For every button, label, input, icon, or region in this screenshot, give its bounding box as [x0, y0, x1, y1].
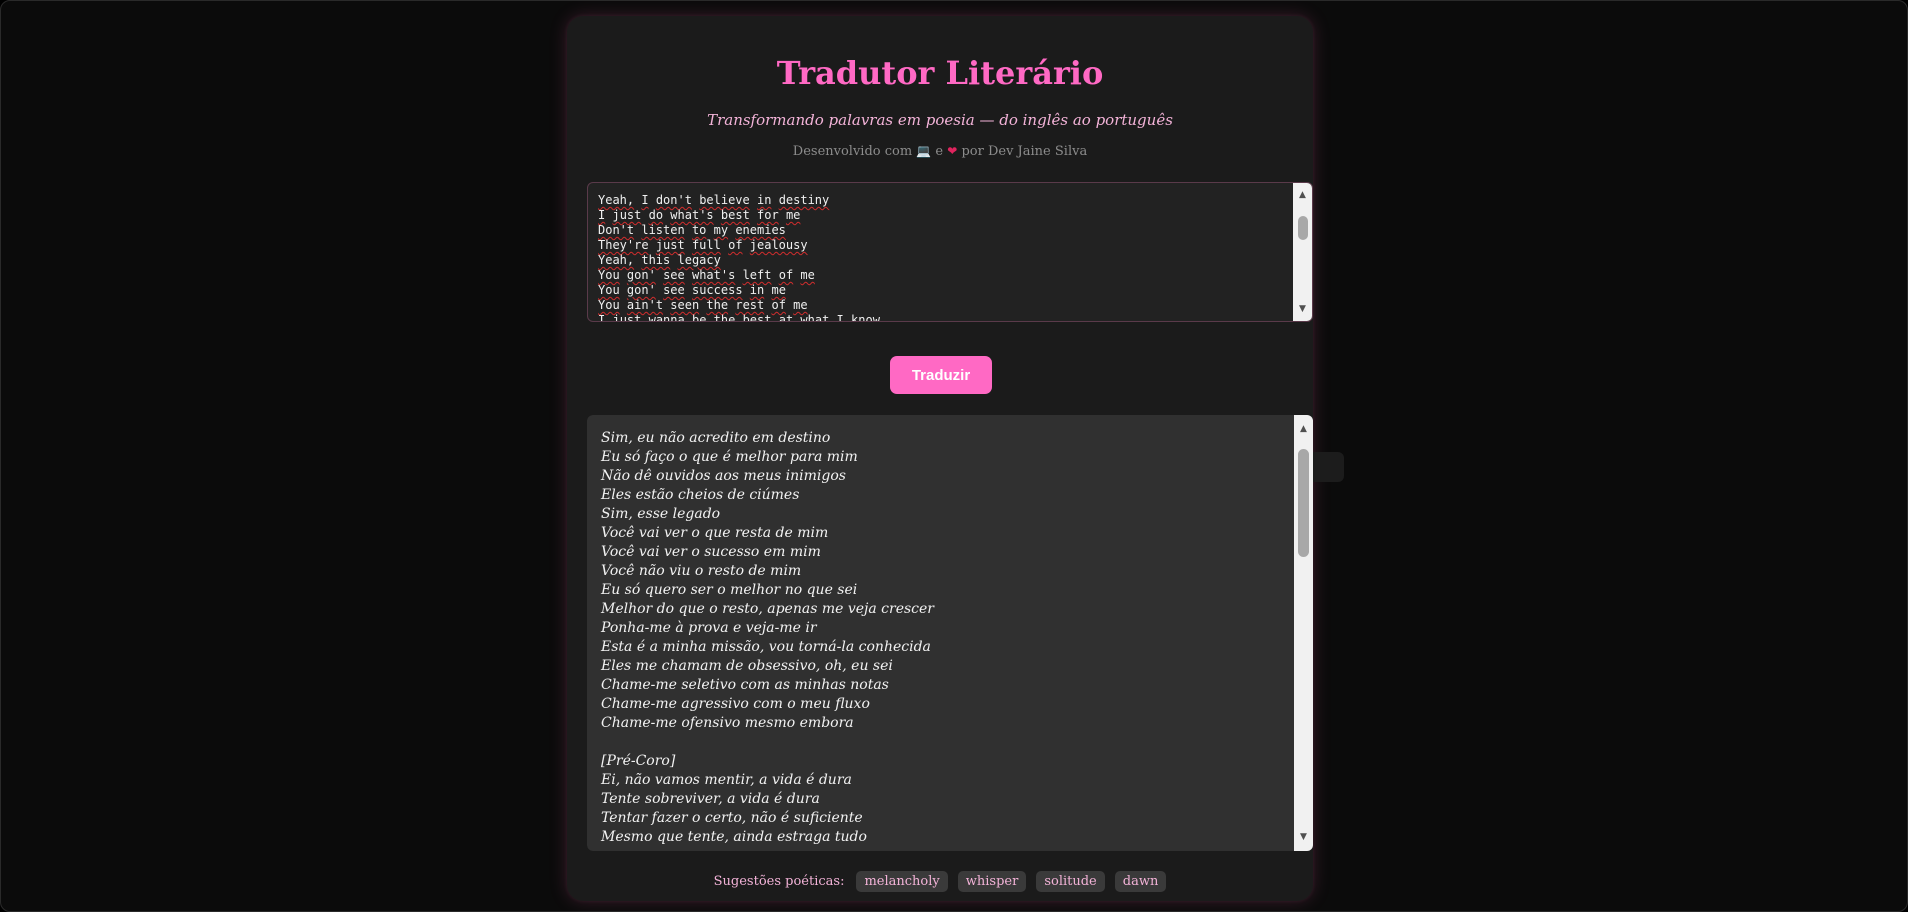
credits-and: e — [935, 144, 944, 159]
source-text-line: Yeah, this legacy — [598, 253, 721, 267]
page-subtitle: Transformando palavras em poesia — do in… — [707, 111, 1173, 129]
source-text-line: I just do what's best for me — [598, 208, 801, 222]
suggestion-chip[interactable]: melancholy — [856, 871, 948, 892]
triangle-down-icon[interactable]: ▼ — [1293, 301, 1312, 317]
translation-line: Tente sobreviver, a vida é dura — [601, 791, 820, 807]
translation-line: Não dê ouvidos aos meus inimigos — [601, 468, 846, 484]
page-title: Tradutor Literário — [776, 54, 1104, 92]
translation-line: Eu só quero ser o melhor no que sei — [601, 582, 858, 598]
source-text-line: They're just full of jealousy — [598, 238, 808, 252]
credits-suffix: por Dev Jaine Silva — [961, 144, 1088, 159]
translate-button[interactable]: Traduzir — [890, 356, 992, 394]
translation-line: Chame-me ofensivo mesmo embora — [601, 715, 854, 731]
source-text-line: You gon' see success in me — [598, 283, 786, 297]
translation-line: Sim, esse legado — [601, 506, 721, 522]
translation-line: Você vai ver o que resta de mim — [601, 525, 829, 541]
translation-line: Chame-me agressivo com o meu fluxo — [601, 696, 870, 712]
side-toggle-tab[interactable] — [1313, 452, 1344, 482]
translation-line: Chame-me seletivo com as minhas notas — [601, 677, 889, 693]
translation-line: Mesmo que tente, ainda estraga tudo — [601, 829, 867, 845]
translation-line: Melhor do que o resto, apenas me veja cr… — [601, 601, 934, 617]
output-scrollbar[interactable]: ▲ ▼ — [1294, 415, 1313, 851]
source-text-line: You gon' see what's left of me — [598, 268, 815, 282]
translation-line: Ei, não vamos mentir, a vida é dura — [601, 772, 852, 788]
translation-line: Eles estão cheios de ciúmes — [601, 487, 800, 503]
translation-line: Você não viu o resto de mim — [601, 563, 802, 579]
app-window: Tradutor Literário Transformando palavra… — [0, 0, 1908, 912]
translation-line: Sim, eu não acredito em destino — [601, 430, 831, 446]
suggestion-chip[interactable]: whisper — [957, 871, 1027, 892]
suggestions-label: Sugestões poéticas: — [713, 874, 845, 889]
suggestion-chip[interactable]: dawn — [1114, 871, 1167, 892]
translation-line — [601, 733, 934, 752]
triangle-up-icon[interactable]: ▲ — [1293, 187, 1312, 203]
poetic-suggestions: Sugestões poéticas: melancholy whisper s… — [567, 871, 1313, 892]
translation-line: Eu só faço o que é melhor para mim — [601, 449, 858, 465]
translation-line: Esta é a minha missão, vou torná-la conh… — [601, 639, 931, 655]
translation-output-area: Sim, eu não acredito em destino Eu só faç… — [587, 415, 1294, 851]
credits-prefix: Desenvolvido com — [792, 144, 913, 159]
source-text-line: I just wanna be the best at what I know — [598, 313, 880, 322]
translation-line: [Pré-Coro] — [601, 753, 676, 769]
input-scrollbar[interactable]: ▲ ▼ — [1293, 183, 1312, 321]
translation-output: Sim, eu não acredito em destino Eu só faç… — [587, 415, 1313, 851]
translation-output-text: Sim, eu não acredito em destino Eu só faç… — [601, 429, 934, 847]
translation-line: Tentar fazer o certo, não é suficiente — [601, 810, 863, 826]
source-text-input[interactable]: Yeah, I don't believe in destiny I just d… — [587, 182, 1313, 322]
translation-line: Eles me chamam de obsessivo, oh, eu sei — [601, 658, 893, 674]
output-scroll-thumb[interactable] — [1298, 449, 1309, 557]
input-scroll-thumb[interactable] — [1298, 216, 1308, 240]
triangle-down-icon[interactable]: ▼ — [1294, 829, 1313, 845]
source-text-content[interactable]: Yeah, I don't believe in destiny I just d… — [598, 193, 1286, 322]
source-text-line: Don't listen to my enemies — [598, 223, 786, 237]
source-text-line: You ain't seen the rest of me — [598, 298, 808, 312]
triangle-up-icon[interactable]: ▲ — [1294, 421, 1313, 437]
translation-line: Você vai ver o sucesso em mim — [601, 544, 821, 560]
laptop-icon: 💻 — [916, 144, 932, 158]
credits-line: Desenvolvido com 💻 e ❤ por Dev Jaine Sil… — [567, 144, 1313, 159]
heart-icon: ❤ — [947, 144, 958, 158]
translation-line: Ponha-me à prova e veja-me ir — [601, 620, 817, 636]
suggestion-chip[interactable]: solitude — [1036, 871, 1105, 892]
source-text-line: Yeah, I don't believe in destiny — [598, 193, 830, 207]
translator-card: Tradutor Literário Transformando palavra… — [567, 16, 1313, 901]
